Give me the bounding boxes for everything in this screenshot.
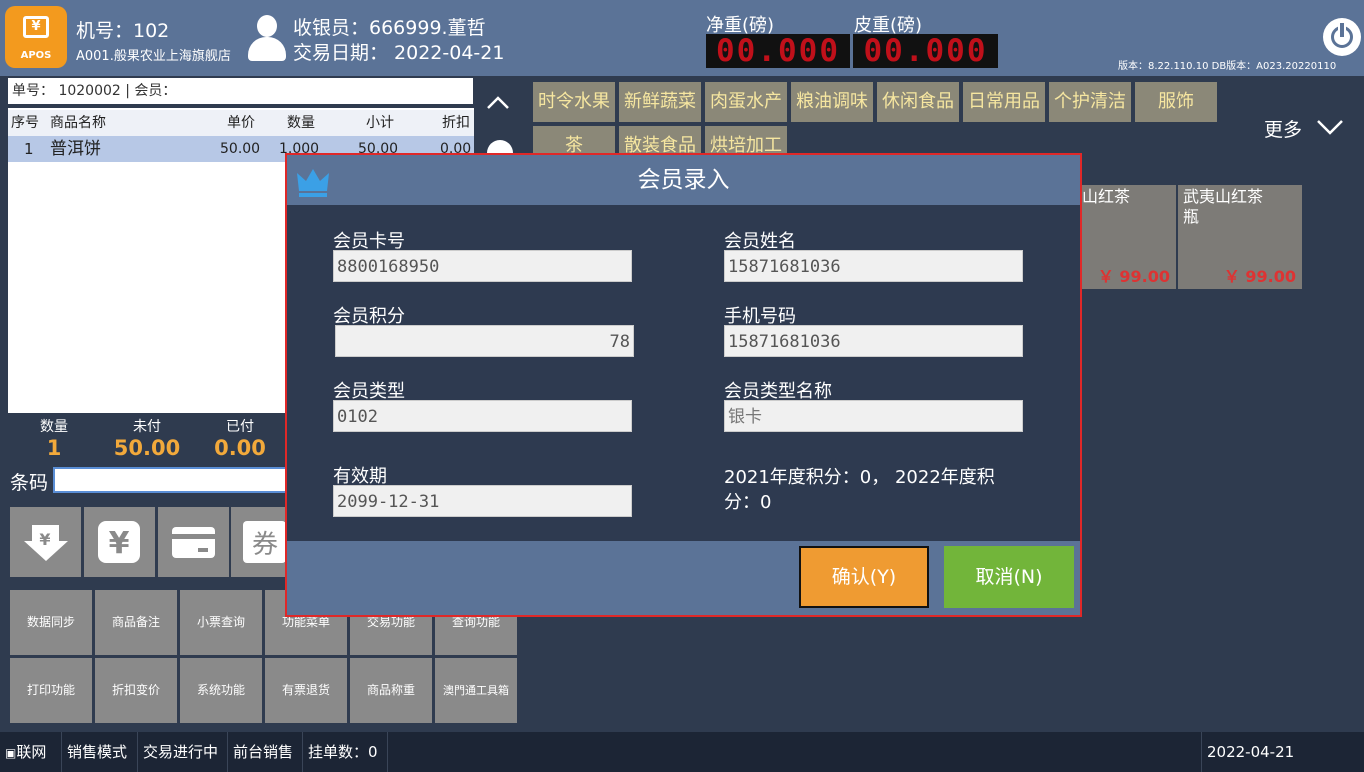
more-button[interactable]: 更多 (1264, 115, 1302, 142)
product-price: ￥ 99.00 (1223, 267, 1296, 286)
col-discount: 折扣 (442, 115, 470, 131)
yen-icon: ¥ (98, 521, 140, 563)
cash-in-button[interactable]: ¥ (10, 507, 81, 577)
coupon-icon: 券 (243, 521, 286, 563)
cash-pay-button[interactable]: ¥ (84, 507, 155, 577)
row-no: 1 (24, 140, 34, 158)
category-snacks[interactable]: 休闲食品 (877, 82, 959, 122)
card-pay-button[interactable] (158, 507, 229, 577)
col-qty: 数量 (287, 115, 315, 131)
func-return[interactable]: 有票退货 (265, 658, 347, 723)
col-price: 单价 (227, 115, 255, 131)
svg-text:券: 券 (252, 530, 278, 560)
col-no: 序号 (11, 115, 39, 131)
func-receipt-query[interactable]: 小票查询 (180, 590, 262, 655)
tare-weight-display: 00.000 (853, 34, 998, 68)
network-icon: ▣ (5, 746, 17, 760)
chevron-up-icon[interactable] (486, 92, 510, 110)
barcode-label: 条码 (10, 472, 49, 494)
product-name: 武夷山红茶瓶 (1183, 187, 1264, 226)
version-info: 版本：8.22.110.10 DB版本：A023.20220110 (1118, 61, 1337, 72)
mode-status: 销售模式 (62, 732, 138, 772)
category-meat[interactable]: 肉蛋水产 (705, 82, 787, 122)
down-arrow-yen-icon: ¥ (24, 525, 68, 561)
modal-frame (285, 153, 1082, 617)
status-bar: ▣联网 销售模式 交易进行中 前台销售 挂单数：0 2022-04-21 10:… (0, 732, 1364, 772)
logo-text: APOS (20, 50, 52, 61)
net-weight-display: 00.000 (706, 34, 850, 68)
svg-text:¥: ¥ (109, 526, 130, 561)
col-name: 商品名称 (50, 115, 106, 131)
category-clothing[interactable]: 服饰 (1135, 82, 1217, 122)
pending-count: 挂单数：0 (303, 732, 388, 772)
sale-type: 前台销售 (228, 732, 303, 772)
col-subtotal: 小计 (366, 115, 394, 131)
status-datetime: 2022-04-21 10:28:48 (1201, 732, 1364, 772)
category-fruit[interactable]: 时令水果 (533, 82, 615, 122)
monitor-yen-icon: ¥ (23, 16, 49, 38)
apos-logo: ¥ APOS (5, 6, 67, 68)
cashier-info: 收银员：666999.董哲 (293, 17, 486, 39)
func-data-sync[interactable]: 数据同步 (10, 590, 92, 655)
category-daily[interactable]: 日常用品 (963, 82, 1045, 122)
func-macau-toolbox[interactable]: 澳門通工具箱 (435, 658, 517, 723)
order-table-header: 序号 商品名称 单价 数量 小计 折扣 (8, 110, 474, 136)
qty-value: 1 (46, 436, 62, 460)
category-vegetable[interactable]: 新鲜蔬菜 (619, 82, 701, 122)
func-weigh[interactable]: 商品称重 (350, 658, 432, 723)
coupon-button[interactable]: 券 (231, 507, 286, 577)
product-card[interactable]: 武夷山红茶瓶 ￥ 99.00 (1178, 185, 1302, 289)
row-price: 50.00 (220, 141, 261, 157)
func-discount[interactable]: 折扣变价 (95, 658, 177, 723)
unpaid-label: 未付 (133, 419, 161, 435)
category-grain-oil[interactable]: 粮油调味 (791, 82, 873, 122)
card-icon (172, 527, 215, 558)
category-personal-care[interactable]: 个护清洁 (1049, 82, 1131, 122)
bill-info: 单号： 1020002 | 会员： (8, 78, 473, 104)
machine-number: 机号：102 (76, 20, 170, 42)
chevron-down-icon[interactable] (1315, 116, 1345, 138)
power-button[interactable] (1323, 18, 1361, 56)
trade-date: 交易日期： 2022-04-21 (293, 42, 505, 64)
paid-value: 0.00 (214, 436, 266, 460)
barcode-input[interactable] (53, 467, 293, 493)
func-item-note[interactable]: 商品备注 (95, 590, 177, 655)
trade-state: 交易进行中 (138, 732, 228, 772)
row-name: 普洱饼 (50, 139, 101, 159)
func-system[interactable]: 系统功能 (180, 658, 262, 723)
user-icon (246, 15, 288, 61)
func-print[interactable]: 打印功能 (10, 658, 92, 723)
product-price: ￥ 99.00 (1097, 267, 1170, 286)
svg-text:¥: ¥ (39, 530, 50, 549)
store-name: A001.般果农业上海旗舰店 (76, 49, 231, 64)
network-status: ▣联网 (0, 732, 62, 772)
qty-label: 数量 (40, 419, 68, 435)
paid-label: 已付 (226, 419, 254, 435)
unpaid-value: 50.00 (113, 436, 181, 460)
